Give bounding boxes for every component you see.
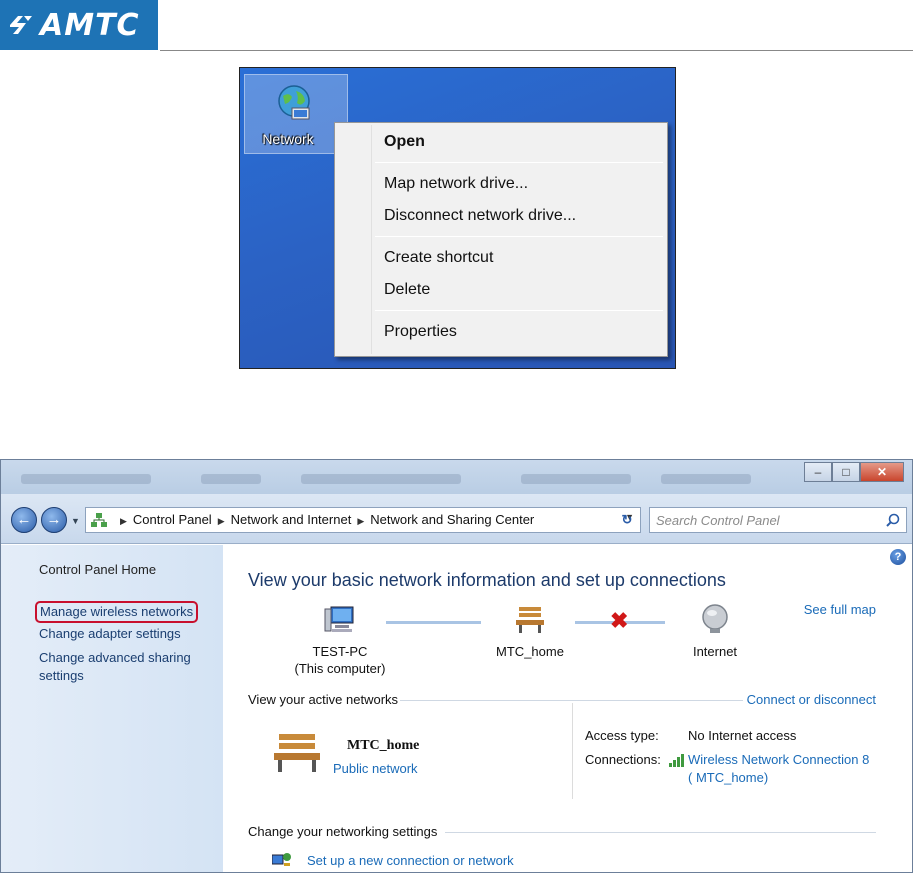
connections-label: Connections: xyxy=(585,752,661,767)
breadcrumb-control-panel[interactable]: Control Panel xyxy=(133,512,212,527)
address-bar: ← → ▼ ▶ Control Panel ▶ Network and Interne… xyxy=(1,494,912,544)
network-sharing-center-window: – □ ✕ ← → ▼ ▶ Control Panel ▶ Network and I… xyxy=(0,459,913,873)
menu-item-create-shortcut[interactable]: Create shortcut xyxy=(384,249,493,267)
connect-disconnect-link[interactable]: Connect or disconnect xyxy=(742,692,876,707)
blurred-toolbar xyxy=(301,474,461,484)
access-type-label: Access type: xyxy=(585,728,659,743)
internet-globe-icon xyxy=(702,604,728,633)
map-node-computer[interactable]: TEST-PC (This computer) xyxy=(285,603,395,677)
logo-text: AMTC xyxy=(40,7,140,43)
computer-name: TEST-PC xyxy=(312,644,368,659)
sidebar: Control Panel Home Manage wireless netwo… xyxy=(1,545,223,872)
menu-item-open[interactable]: Open xyxy=(384,133,425,151)
breadcrumb-arrow-icon[interactable]: ▶ xyxy=(357,516,364,526)
blurred-toolbar xyxy=(21,474,151,484)
address-field[interactable]: ▶ Control Panel ▶ Network and Internet ▶ Netw… xyxy=(85,507,641,533)
close-button[interactable]: ✕ xyxy=(860,462,904,482)
network-globe-icon xyxy=(278,85,310,120)
search-box xyxy=(649,507,907,533)
menu-item-properties[interactable]: Properties xyxy=(384,323,457,341)
blurred-toolbar xyxy=(201,474,261,484)
sidebar-item-manage-wireless-networks[interactable]: Manage wireless networks xyxy=(35,601,199,623)
desktop-icon-label: Network xyxy=(262,131,314,147)
connection-ssid-link[interactable]: ( MTC_home) xyxy=(688,770,768,785)
setup-connection-link[interactable]: Set up a new connection or network xyxy=(307,853,514,868)
logo-mark-icon xyxy=(10,16,32,34)
blurred-toolbar xyxy=(521,474,631,484)
context-menu: Open Map network drive... Disconnect net… xyxy=(334,122,668,357)
menu-gutter xyxy=(371,125,372,354)
network-bench-icon xyxy=(516,607,544,633)
blurred-toolbar xyxy=(661,474,751,484)
window-controls: – □ ✕ xyxy=(804,462,904,482)
network-type-link[interactable]: Public network xyxy=(333,761,418,776)
header-divider xyxy=(160,50,913,51)
minimize-button[interactable]: – xyxy=(804,462,832,482)
menu-item-disconnect-network-drive[interactable]: Disconnect network drive... xyxy=(384,207,576,225)
wireless-connection-link[interactable]: Wireless Network Connection 8 xyxy=(688,752,869,767)
setup-connection-icon xyxy=(272,853,291,866)
page-title: View your basic network information and … xyxy=(248,570,726,590)
breadcrumb-arrow-icon: ▶ xyxy=(120,516,127,526)
computer-icon xyxy=(324,606,354,632)
menu-item-map-network-drive[interactable]: Map network drive... xyxy=(384,175,528,193)
section-rule xyxy=(445,832,876,833)
network-center-icon xyxy=(91,513,107,527)
main-content: ? View your basic network information an… xyxy=(223,545,912,872)
breadcrumb-sharing-center[interactable]: Network and Sharing Center xyxy=(370,512,534,527)
amtc-logo: AMTC xyxy=(0,0,158,50)
wifi-signal-icon xyxy=(669,754,684,767)
map-node-network[interactable]: MTC_home xyxy=(485,603,575,660)
menu-separator xyxy=(375,310,663,311)
vertical-divider xyxy=(572,703,573,799)
change-settings-label: Change your networking settings xyxy=(248,824,438,839)
no-connection-x-icon: ✖ xyxy=(610,608,629,633)
forward-button[interactable]: → xyxy=(41,507,67,533)
computer-subtitle: (This computer) xyxy=(294,661,386,676)
sidebar-item-change-adapter-settings[interactable]: Change adapter settings xyxy=(39,625,181,643)
help-icon[interactable]: ? xyxy=(890,549,906,565)
section-rule xyxy=(400,700,746,701)
map-node-internet[interactable]: Internet xyxy=(675,603,755,660)
menu-separator xyxy=(375,162,663,163)
recent-pages-dropdown[interactable]: ▼ xyxy=(71,516,80,526)
maximize-button[interactable]: □ xyxy=(832,462,860,482)
access-type-value: No Internet access xyxy=(688,728,797,743)
back-button[interactable]: ← xyxy=(11,507,37,533)
see-full-map-link[interactable]: See full map xyxy=(804,602,876,617)
change-settings-header: Change your networking settings xyxy=(248,824,876,842)
desktop-network-icon[interactable]: Network xyxy=(244,74,348,154)
search-icon[interactable] xyxy=(886,513,900,527)
menu-separator xyxy=(375,236,663,237)
active-networks-header: View your active networks Connect or dis… xyxy=(248,692,876,710)
window-titlebar[interactable]: – □ ✕ xyxy=(1,460,912,494)
breadcrumb-arrow-icon[interactable]: ▶ xyxy=(218,516,225,526)
connection-line xyxy=(386,621,481,624)
internet-label: Internet xyxy=(692,644,738,659)
menu-item-delete[interactable]: Delete xyxy=(384,281,430,299)
search-input[interactable] xyxy=(656,510,876,530)
network-name: MTC_home xyxy=(496,644,564,659)
sidebar-item-change-advanced-sharing[interactable]: Change advanced sharing xyxy=(39,649,191,667)
active-networks-label: View your active networks xyxy=(248,692,399,707)
sidebar-item-control-panel-home[interactable]: Control Panel Home xyxy=(39,561,156,579)
sidebar-item-change-advanced-sharing-line2[interactable]: settings xyxy=(39,667,84,685)
network-bench-icon xyxy=(274,734,320,772)
desktop-screenshot: Network Open Map network drive... Discon… xyxy=(239,67,676,369)
breadcrumb-network-internet[interactable]: Network and Internet xyxy=(231,512,352,527)
active-network-name: MTC_home xyxy=(347,738,420,753)
refresh-button[interactable]: ↻ xyxy=(615,508,639,532)
breadcrumb: ▶ Control Panel ▶ Network and Internet ▶ Netw… xyxy=(114,508,534,532)
